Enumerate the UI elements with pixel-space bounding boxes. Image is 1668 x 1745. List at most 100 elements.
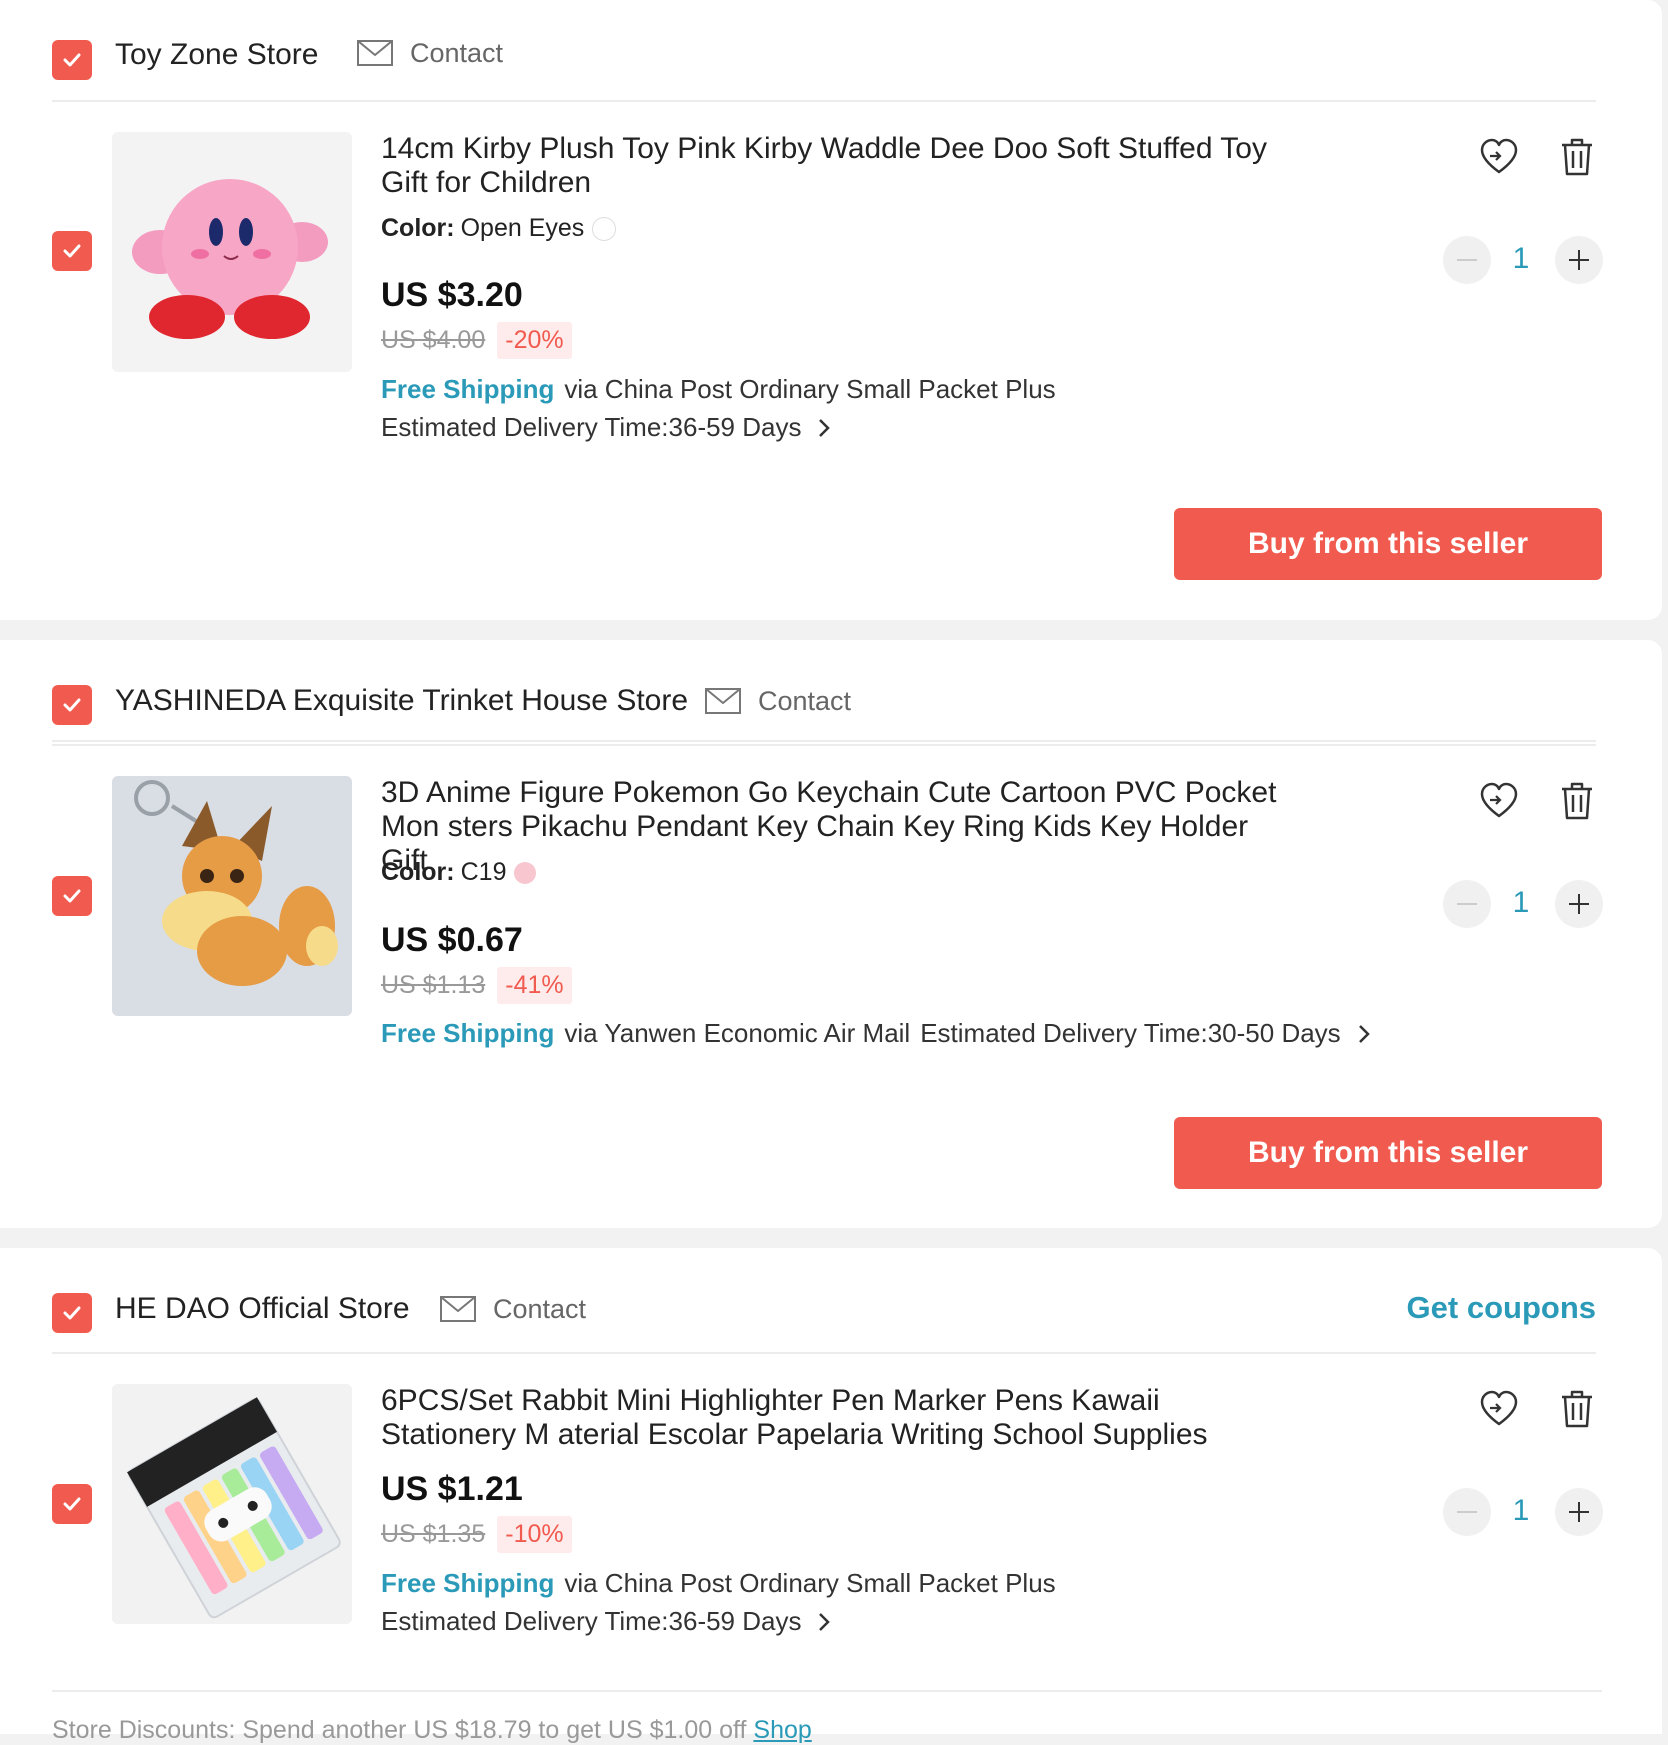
- item-checkbox[interactable]: [52, 876, 92, 916]
- color-swatch: [514, 861, 537, 884]
- color-label: Color:: [381, 858, 455, 886]
- trash-icon: [1562, 782, 1592, 820]
- mail-icon: [440, 1296, 476, 1322]
- contact-link[interactable]: Contact: [704, 684, 851, 718]
- original-price: US $1.35: [381, 1520, 486, 1548]
- chevron-right-icon: [819, 418, 831, 437]
- product-title[interactable]: 6PCS/Set Rabbit Mini Highlighter Pen Mar…: [381, 1384, 1301, 1452]
- product-image[interactable]: [112, 776, 352, 1016]
- mail-icon: [705, 688, 741, 714]
- trash-icon: [1562, 1390, 1592, 1428]
- price-compare: US $1.13 -41%: [381, 967, 572, 1004]
- store-card: HE DAO Official Store Contact Get coupon…: [0, 1248, 1662, 1734]
- buy-from-seller-button[interactable]: Buy from this seller: [1174, 1117, 1602, 1189]
- highlighter-pens-image: [112, 1384, 352, 1624]
- mail-icon: [357, 40, 393, 66]
- quantity-value[interactable]: 1: [1501, 242, 1541, 276]
- color-swatch: [592, 216, 617, 241]
- delivery-text: Estimated Delivery Time:36-59 Days: [381, 1606, 802, 1636]
- store-card: YASHINEDA Exquisite Trinket House Store …: [0, 640, 1662, 1228]
- quantity-value[interactable]: 1: [1501, 886, 1541, 920]
- store-header: HE DAO Official Store Contact Get coupon…: [52, 1248, 1596, 1354]
- shipping-method: via China Post Ordinary Small Packet Plu…: [564, 1568, 1056, 1598]
- quantity-increase-button[interactable]: [1555, 880, 1603, 928]
- store-checkbox[interactable]: [52, 1293, 92, 1333]
- store-header: Toy Zone Store Contact: [52, 0, 1596, 102]
- heart-icon: [1480, 1390, 1518, 1426]
- heart-icon: [1480, 138, 1518, 174]
- discount-badge: -41%: [497, 967, 572, 1004]
- shipping-method: via China Post Ordinary Small Packet Plu…: [564, 374, 1056, 404]
- product-price: US $0.67: [381, 921, 523, 959]
- price-compare: US $4.00 -20%: [381, 322, 572, 359]
- kirby-plush-image: [112, 132, 352, 372]
- product-title[interactable]: 14cm Kirby Plush Toy Pink Kirby Waddle D…: [381, 132, 1301, 200]
- original-price: US $4.00: [381, 326, 486, 354]
- contact-link[interactable]: Contact: [439, 1292, 586, 1326]
- delivery-text[interactable]: Estimated Delivery Time:30-50 Days: [920, 1018, 1340, 1049]
- store-name[interactable]: HE DAO Official Store: [115, 1292, 410, 1326]
- color-label: Color:: [381, 214, 455, 242]
- quantity-decrease-button[interactable]: [1443, 880, 1491, 928]
- discount-badge: -20%: [497, 322, 572, 359]
- quantity-decrease-button[interactable]: [1443, 1488, 1491, 1536]
- quantity-increase-button[interactable]: [1555, 236, 1603, 284]
- shipping-info: Free Shipping via China Post Ordinary Sm…: [381, 1568, 1056, 1599]
- store-card: Toy Zone Store Contact 14cm Kirby Plush …: [0, 0, 1662, 620]
- original-price: US $1.13: [381, 971, 486, 999]
- get-coupons-link[interactable]: Get coupons: [1407, 1290, 1596, 1326]
- free-shipping-label: Free Shipping: [381, 374, 555, 404]
- product-price: US $3.20: [381, 276, 523, 314]
- delete-button[interactable]: [1554, 1386, 1600, 1432]
- delivery-estimate[interactable]: Estimated Delivery Time:36-59 Days: [381, 1606, 831, 1637]
- checkmark-icon: [63, 53, 81, 67]
- free-shipping-label: Free Shipping: [381, 1568, 555, 1598]
- contact-label: Contact: [410, 37, 504, 68]
- quantity-increase-button[interactable]: [1555, 1488, 1603, 1536]
- store-header: YASHINEDA Exquisite Trinket House Store …: [52, 640, 1596, 742]
- wishlist-button[interactable]: [1476, 1386, 1522, 1432]
- store-name[interactable]: YASHINEDA Exquisite Trinket House Store: [115, 684, 688, 718]
- delivery-estimate[interactable]: Estimated Delivery Time:36-59 Days: [381, 412, 831, 443]
- free-shipping-label: Free Shipping: [381, 1018, 555, 1048]
- chevron-right-icon: [819, 1612, 831, 1631]
- product-image[interactable]: [112, 132, 352, 372]
- discount-badge: -10%: [497, 1516, 572, 1553]
- store-discount-text: Store Discounts: Spend another US $18.79…: [52, 1716, 747, 1744]
- item-checkbox[interactable]: [52, 1484, 92, 1524]
- product-color: Color: C19: [381, 858, 537, 887]
- color-value: C19: [460, 858, 507, 886]
- item-checkbox[interactable]: [52, 231, 92, 271]
- divider: [52, 1690, 1602, 1692]
- checkmark-icon: [63, 1497, 81, 1511]
- store-discount-note: Store Discounts: Spend another US $18.79…: [52, 1716, 812, 1745]
- delete-button[interactable]: [1554, 778, 1600, 824]
- checkmark-icon: [63, 1306, 81, 1320]
- wishlist-button[interactable]: [1476, 778, 1522, 824]
- store-checkbox[interactable]: [52, 40, 92, 80]
- plus-icon: [1569, 1502, 1589, 1522]
- eevee-keychain-image: [112, 776, 352, 1016]
- store-checkbox[interactable]: [52, 685, 92, 725]
- contact-label: Contact: [758, 685, 852, 716]
- shipping-info: Free Shipping via Yanwen Economic Air Ma…: [381, 1018, 1371, 1049]
- contact-link[interactable]: Contact: [356, 36, 503, 70]
- quantity-value[interactable]: 1: [1501, 1494, 1541, 1528]
- checkmark-icon: [63, 889, 81, 903]
- chevron-right-icon[interactable]: [1357, 1023, 1371, 1045]
- wishlist-button[interactable]: [1476, 134, 1522, 180]
- product-color: Color: Open Eyes: [381, 214, 617, 243]
- buy-from-seller-button[interactable]: Buy from this seller: [1174, 508, 1602, 580]
- contact-label: Contact: [493, 1293, 587, 1324]
- product-price: US $1.21: [381, 1470, 523, 1508]
- color-value: Open Eyes: [460, 214, 585, 242]
- checkmark-icon: [63, 244, 81, 258]
- delete-button[interactable]: [1554, 134, 1600, 180]
- quantity-decrease-button[interactable]: [1443, 236, 1491, 284]
- product-image[interactable]: [112, 1384, 352, 1624]
- shop-link[interactable]: Shop: [753, 1716, 811, 1744]
- shipping-method: via Yanwen Economic Air Mail: [564, 1018, 911, 1048]
- plus-icon: [1569, 894, 1589, 914]
- trash-icon: [1562, 138, 1592, 176]
- store-name[interactable]: Toy Zone Store: [115, 38, 318, 72]
